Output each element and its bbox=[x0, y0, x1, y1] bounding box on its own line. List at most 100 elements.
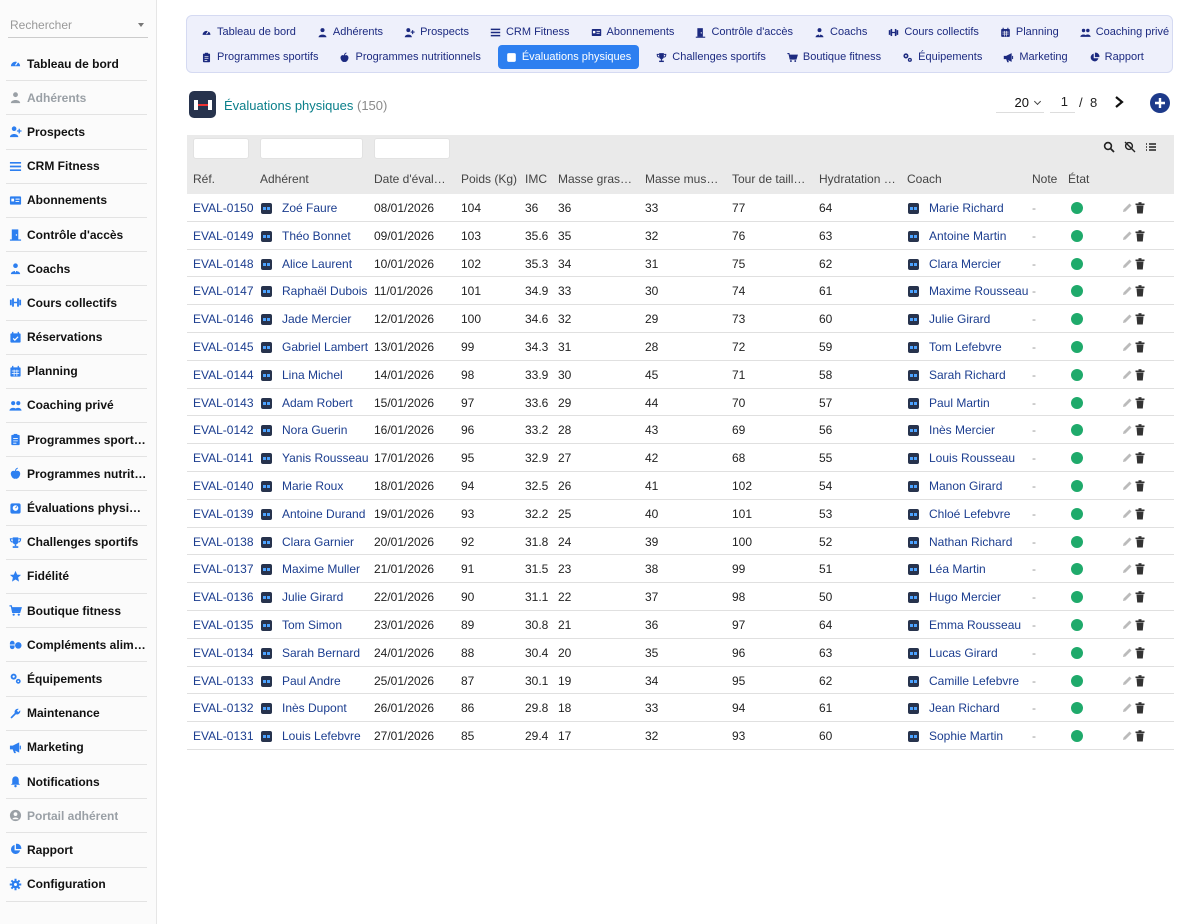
module-tab[interactable]: Contrôle d'accès bbox=[691, 21, 797, 43]
table-row[interactable]: EVAL-0141 Yanis Rousseau 17/01/2026 95 32.9 2… bbox=[187, 444, 1174, 472]
ref-link[interactable]: EVAL-0148 bbox=[193, 257, 254, 271]
module-tab[interactable]: Prospects bbox=[400, 21, 473, 43]
coach-name[interactable]: Chloé Lefebvre bbox=[929, 507, 1010, 521]
module-tab[interactable]: CRM Fitness bbox=[486, 21, 574, 43]
ref-link[interactable]: EVAL-0137 bbox=[193, 562, 254, 576]
sidebar-item[interactable]: Challenges sportifs bbox=[6, 526, 147, 560]
sidebar-item[interactable]: Cours collectifs bbox=[6, 286, 147, 321]
coach-name[interactable]: Emma Rousseau bbox=[929, 618, 1021, 632]
delete-icon[interactable] bbox=[1135, 507, 1145, 520]
column-header[interactable]: IMC bbox=[525, 172, 555, 186]
table-row[interactable]: EVAL-0134 Sarah Bernard 24/01/2026 88 30.4 20… bbox=[187, 639, 1174, 667]
delete-icon[interactable] bbox=[1135, 341, 1145, 353]
member-name[interactable]: Paul Andre bbox=[282, 674, 341, 688]
column-header[interactable]: Note bbox=[1032, 172, 1062, 186]
coach-name[interactable]: Clara Mercier bbox=[929, 257, 1001, 271]
ref-link[interactable]: EVAL-0136 bbox=[193, 590, 254, 604]
sidebar-item[interactable]: Adhérents bbox=[6, 81, 147, 116]
sidebar-item[interactable]: Maintenance bbox=[6, 697, 147, 731]
column-header[interactable]: Masse musculaire (%) bbox=[645, 172, 723, 186]
module-tab[interactable]: Challenges sportifs bbox=[652, 46, 770, 68]
table-row[interactable]: EVAL-0149 Théo Bonnet 09/01/2026 103 35.6 35 3… bbox=[187, 222, 1174, 250]
coach-name[interactable]: Maxime Rousseau bbox=[929, 284, 1028, 298]
chevron-down-icon[interactable] bbox=[138, 23, 144, 27]
sidebar-item[interactable]: Portail adhérent bbox=[6, 799, 147, 834]
sidebar-item[interactable]: Contrôle d'accès bbox=[6, 218, 147, 253]
edit-icon[interactable] bbox=[1121, 397, 1133, 409]
member-name[interactable]: Alice Laurent bbox=[282, 257, 352, 271]
sidebar-item[interactable]: Tableau de bord bbox=[6, 47, 147, 82]
delete-icon[interactable] bbox=[1135, 702, 1145, 714]
column-list-icon[interactable] bbox=[1145, 140, 1157, 154]
ref-link[interactable]: EVAL-0146 bbox=[193, 312, 254, 326]
member-name[interactable]: Clara Garnier bbox=[282, 535, 354, 549]
ref-link[interactable]: EVAL-0134 bbox=[193, 646, 254, 660]
edit-icon[interactable] bbox=[1121, 508, 1133, 520]
member-name[interactable]: Maxime Muller bbox=[282, 562, 360, 576]
member-name[interactable]: Marie Roux bbox=[282, 479, 343, 493]
module-tab[interactable]: Équipements bbox=[898, 46, 986, 68]
member-name[interactable]: Zoé Faure bbox=[282, 201, 337, 215]
sidebar-item[interactable]: Marketing bbox=[6, 731, 147, 765]
search-icon[interactable] bbox=[1103, 140, 1115, 154]
coach-name[interactable]: Manon Girard bbox=[929, 479, 1002, 493]
sidebar-item[interactable]: Fidélité bbox=[6, 560, 147, 594]
ref-link[interactable]: EVAL-0140 bbox=[193, 479, 254, 493]
ref-link[interactable]: EVAL-0131 bbox=[193, 729, 254, 743]
filter-member-input[interactable] bbox=[260, 138, 363, 159]
coach-name[interactable]: Hugo Mercier bbox=[929, 590, 1001, 604]
module-tab[interactable]: Programmes nutritionnels bbox=[335, 46, 484, 68]
ref-link[interactable]: EVAL-0135 bbox=[193, 618, 254, 632]
table-row[interactable]: EVAL-0142 Nora Guerin 16/01/2026 96 33.2 28 43… bbox=[187, 416, 1174, 445]
column-header[interactable]: Tour de taille (cm) bbox=[732, 172, 810, 186]
edit-icon[interactable] bbox=[1121, 258, 1133, 270]
sidebar-item[interactable]: Réservations bbox=[6, 321, 147, 355]
table-row[interactable]: EVAL-0136 Julie Girard 22/01/2026 90 31.1 22 3… bbox=[187, 583, 1174, 611]
table-row[interactable]: EVAL-0146 Jade Mercier 12/01/2026 100 34.6 32… bbox=[187, 305, 1174, 333]
clear-search-icon[interactable] bbox=[1124, 140, 1136, 154]
column-header[interactable]: Hydratation (%) bbox=[819, 172, 897, 186]
sidebar-item[interactable]: Équipements bbox=[6, 662, 147, 697]
column-header[interactable]: Masse grasse (%) bbox=[558, 172, 636, 186]
member-name[interactable]: Inès Dupont bbox=[282, 701, 347, 715]
edit-icon[interactable] bbox=[1121, 702, 1133, 714]
coach-name[interactable]: Louis Rousseau bbox=[929, 451, 1015, 465]
ref-link[interactable]: EVAL-0142 bbox=[193, 423, 254, 437]
coach-name[interactable]: Jean Richard bbox=[929, 701, 1000, 715]
delete-icon[interactable] bbox=[1135, 229, 1145, 242]
sidebar-item[interactable]: Compléments alimentaires bbox=[6, 628, 147, 663]
edit-icon[interactable] bbox=[1121, 619, 1133, 631]
module-tab[interactable]: Boutique fitness bbox=[783, 46, 885, 68]
delete-icon[interactable] bbox=[1135, 396, 1145, 409]
module-tab[interactable]: Évaluations physiques bbox=[497, 45, 640, 69]
edit-icon[interactable] bbox=[1121, 563, 1133, 575]
sidebar-item[interactable]: Prospects bbox=[6, 115, 147, 150]
module-tab[interactable]: Tableau de bord bbox=[197, 21, 300, 43]
edit-icon[interactable] bbox=[1121, 730, 1133, 742]
column-header[interactable]: Réf. bbox=[193, 172, 253, 186]
member-name[interactable]: Nora Guerin bbox=[282, 423, 347, 437]
delete-icon[interactable] bbox=[1135, 646, 1145, 659]
table-row[interactable]: EVAL-0145 Gabriel Lambert 13/01/2026 99 34.3… bbox=[187, 333, 1174, 361]
column-header[interactable]: Adhérent bbox=[260, 172, 360, 186]
ref-link[interactable]: EVAL-0150 bbox=[193, 201, 254, 215]
delete-icon[interactable] bbox=[1135, 202, 1145, 214]
member-name[interactable]: Jade Mercier bbox=[282, 312, 351, 326]
coach-name[interactable]: Paul Martin bbox=[929, 396, 990, 410]
member-name[interactable]: Julie Girard bbox=[282, 590, 343, 604]
member-name[interactable]: Louis Lefebvre bbox=[282, 729, 361, 743]
member-name[interactable]: Yanis Rousseau bbox=[282, 451, 369, 465]
edit-icon[interactable] bbox=[1121, 424, 1133, 436]
coach-name[interactable]: Marie Richard bbox=[929, 201, 1004, 215]
delete-icon[interactable] bbox=[1135, 424, 1145, 436]
table-row[interactable]: EVAL-0140 Marie Roux 18/01/2026 94 32.5 26 41 1… bbox=[187, 472, 1174, 500]
delete-icon[interactable] bbox=[1135, 368, 1145, 381]
edit-icon[interactable] bbox=[1121, 230, 1133, 242]
delete-icon[interactable] bbox=[1135, 591, 1145, 603]
edit-icon[interactable] bbox=[1121, 536, 1133, 548]
member-name[interactable]: Tom Simon bbox=[282, 618, 342, 632]
sidebar-item[interactable]: Coachs bbox=[6, 252, 147, 287]
ref-link[interactable]: EVAL-0133 bbox=[193, 674, 254, 688]
column-header[interactable]: Poids (Kg) bbox=[461, 172, 521, 186]
coach-name[interactable]: Julie Girard bbox=[929, 312, 990, 326]
